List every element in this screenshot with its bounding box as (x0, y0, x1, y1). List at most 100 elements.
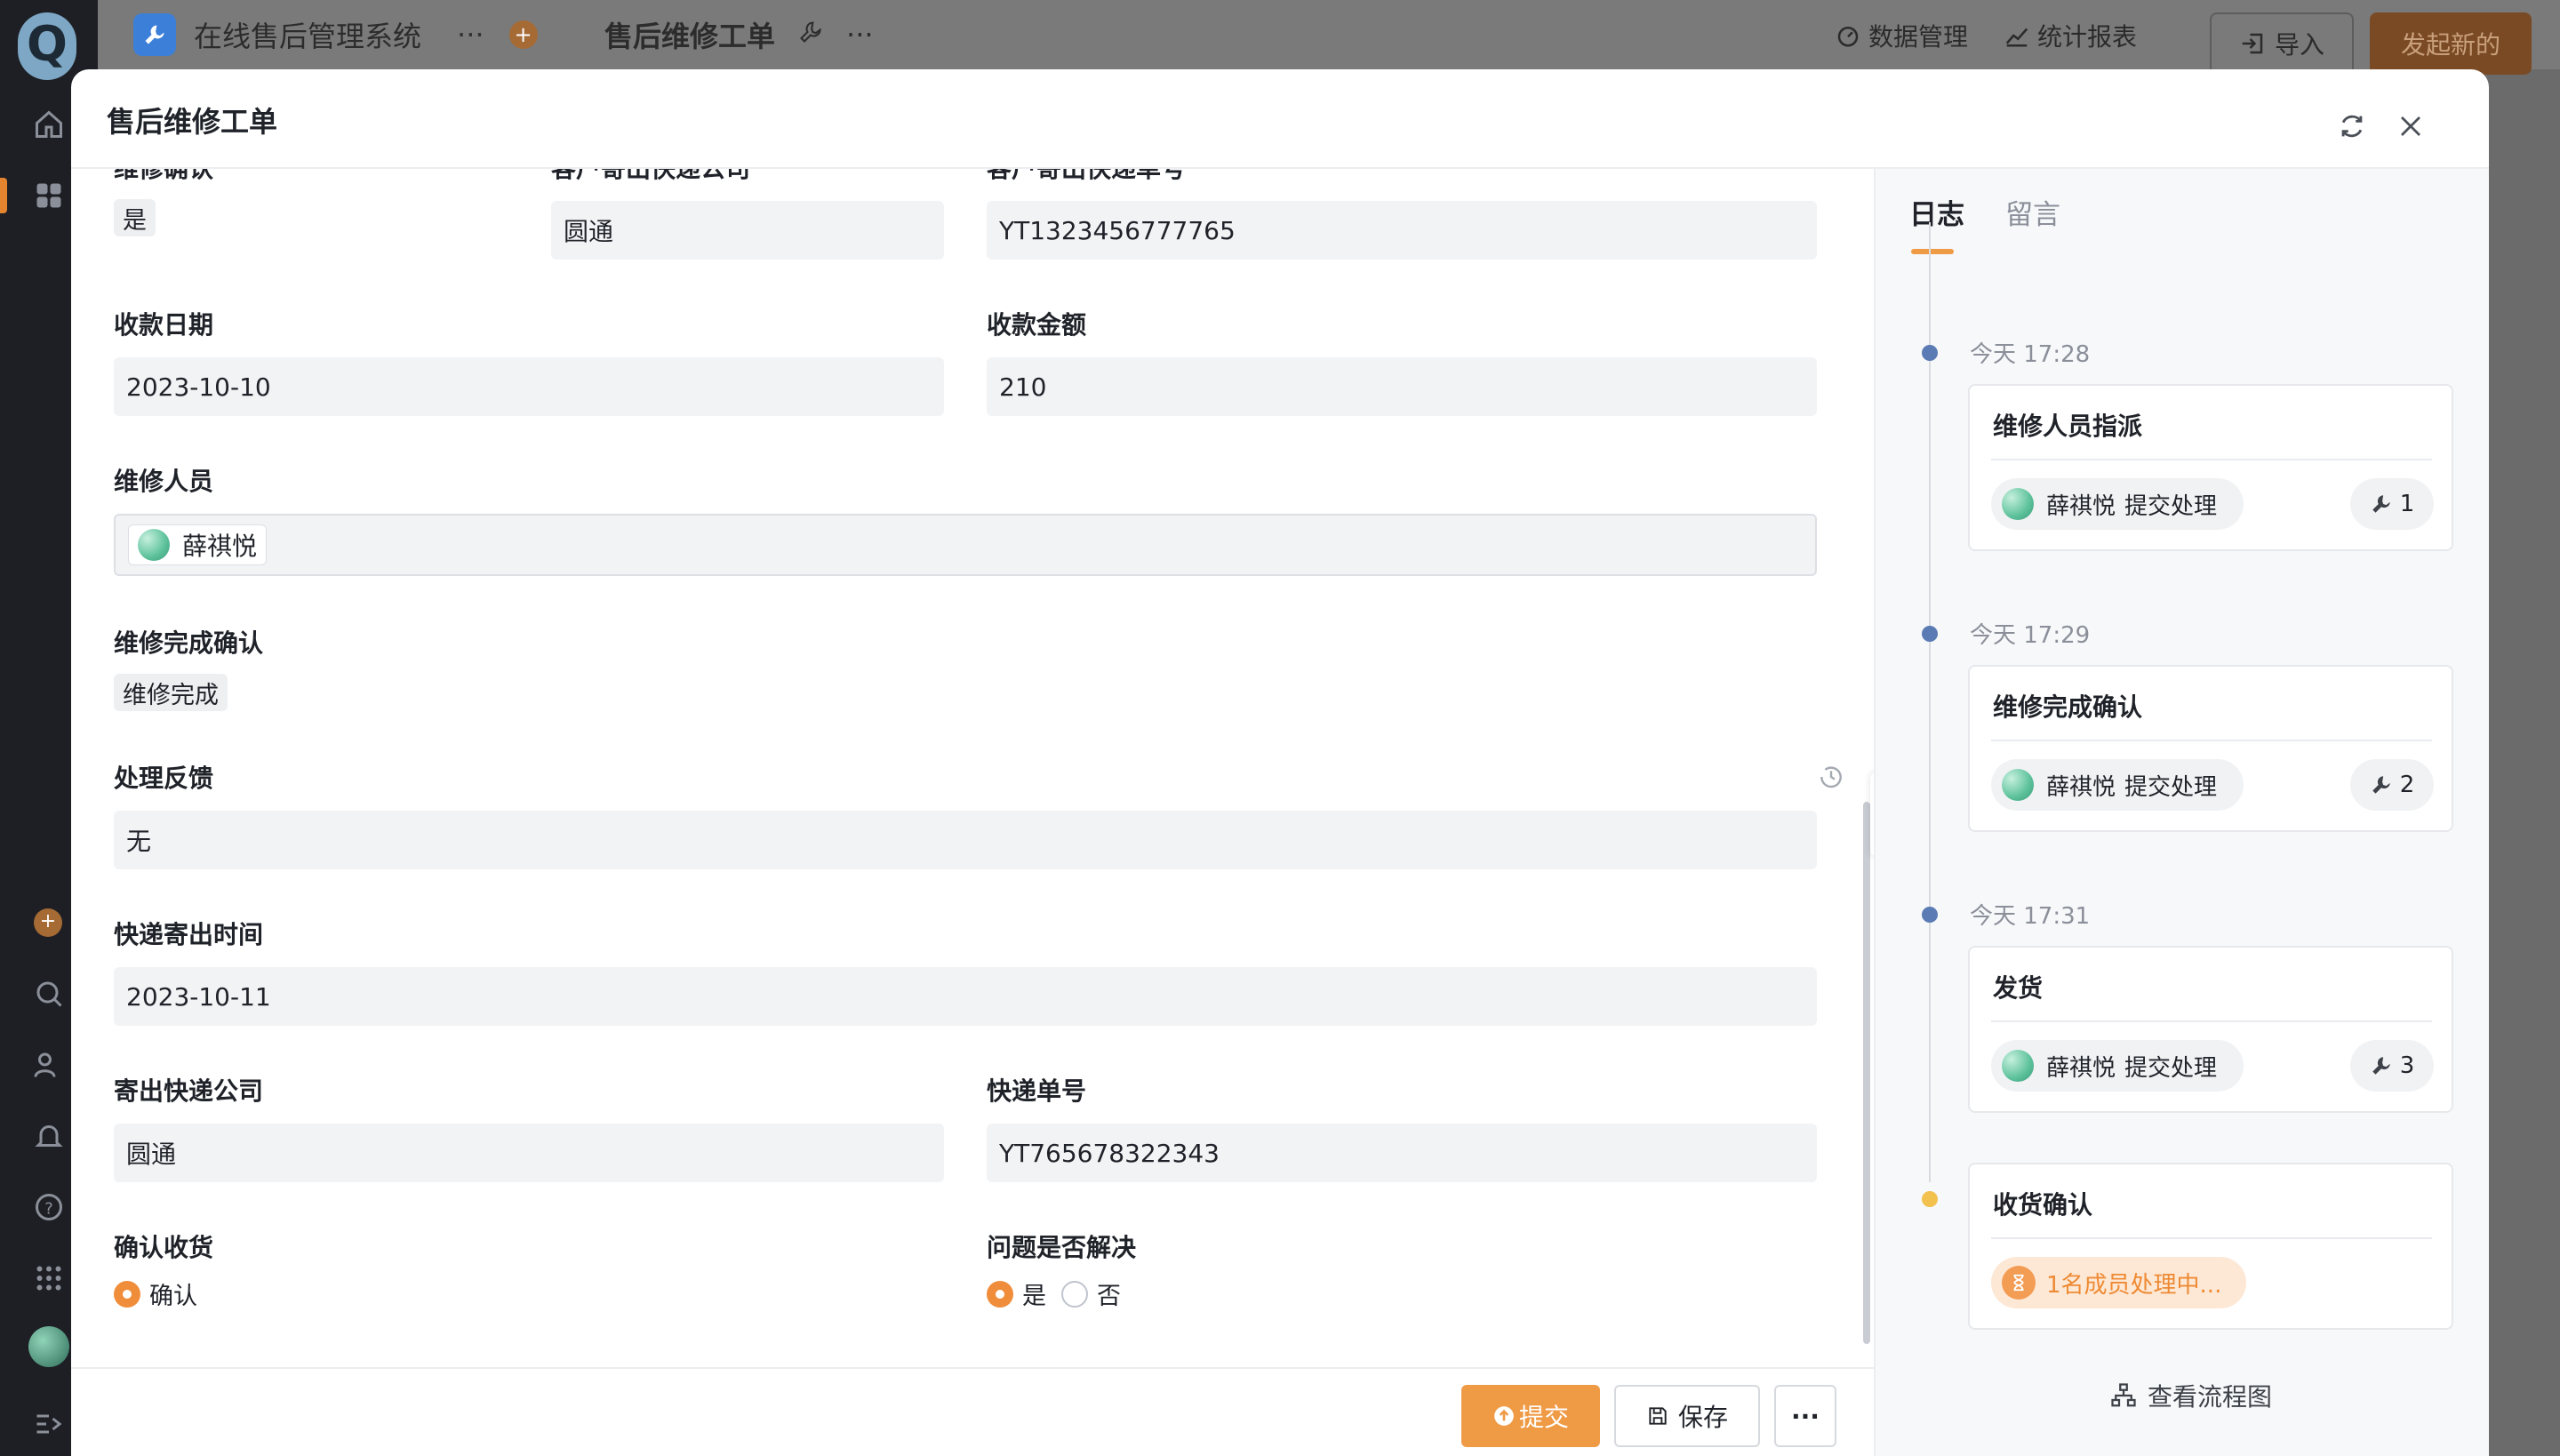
entry-user: 薛祺悦 (2046, 492, 2116, 520)
user-pill: 薛祺悦 提交处理 (1991, 1040, 2244, 1092)
apps-grid-icon[interactable] (31, 178, 67, 213)
import-label: 导入 (2274, 30, 2324, 60)
entry-title: 维修人员指派 (1993, 412, 2143, 441)
payment-date-label: 收款日期 (114, 310, 214, 340)
entry-time: 今天 17:29 (1970, 622, 2091, 649)
user-avatar[interactable] (28, 1326, 69, 1367)
home-icon[interactable] (31, 107, 67, 142)
receipt-confirm-radio[interactable]: 确认 (114, 1276, 197, 1311)
app-name: 在线售后管理系统 (194, 20, 422, 53)
svg-text:?: ? (44, 1200, 53, 1219)
ship-time-field[interactable]: 2023-10-11 (114, 967, 1817, 1026)
entry-action: 提交处理 (2124, 492, 2218, 520)
entry-title: 发货 (1993, 973, 2044, 1003)
avatar (2002, 1050, 2034, 1082)
expand-sidebar-icon[interactable] (31, 1406, 67, 1442)
launch-label: 发起新的 (2400, 30, 2500, 60)
customer-tracking-field[interactable]: YT1323456777765 (987, 201, 1817, 260)
ship-tracking-label: 快递单号 (987, 1076, 1087, 1106)
hourglass-icon (2002, 1266, 2036, 1300)
modal-title: 售后维修工单 (107, 105, 278, 139)
search-icon[interactable] (31, 976, 67, 1012)
timeline-dot (1922, 345, 1938, 361)
ship-courier-field[interactable]: 圆通 (114, 1124, 944, 1182)
app-topbar: 在线售后管理系统 ··· + 售后维修工单 ··· 数据管理 统计报表 (98, 0, 2560, 69)
form-scrollbar[interactable] (1863, 802, 1870, 1344)
tab-comment[interactable]: 留言 (2005, 192, 2060, 232)
payment-amount-label: 收款金额 (987, 310, 1087, 340)
problem-solved-yes-radio[interactable]: 是 (987, 1276, 1046, 1311)
timeline-dot (1922, 626, 1938, 642)
problem-solved-no-radio[interactable]: 否 (1061, 1276, 1121, 1311)
log-card[interactable]: 维修完成确认 薛祺悦 提交处理 2 (1968, 665, 2453, 832)
data-manage-label: 数据管理 (1868, 22, 1969, 52)
entry-action: 提交处理 (2124, 1054, 2218, 1082)
app-more-icon[interactable]: ··· (457, 18, 484, 52)
submit-button[interactable]: 提交 (1461, 1385, 1600, 1447)
page-name: 售后维修工单 (604, 20, 776, 53)
feedback-field[interactable]: 无 (114, 811, 1817, 869)
help-icon[interactable]: ? (31, 1189, 67, 1225)
entry-time: 今天 17:31 (1970, 903, 2091, 930)
app-logo: Q (18, 12, 76, 80)
import-button[interactable]: 导入 (2210, 12, 2354, 75)
app-switcher[interactable]: 在线售后管理系统 ··· + (133, 0, 538, 69)
entry-time: 今天 17:28 (1970, 341, 2091, 368)
launch-new-button[interactable]: 发起新的 (2370, 12, 2532, 75)
work-order-form: 维修确认 是 客户寄出快递公司 圆通 客户寄出快递单号 YT1323456777… (71, 169, 1874, 1367)
pending-card[interactable]: 收货确认 1名成员处理中... (1968, 1163, 2453, 1330)
count-pill: 3 (2350, 1040, 2434, 1092)
problem-solved-no: 否 (1097, 1283, 1121, 1310)
wrench-icon[interactable] (798, 18, 823, 52)
entry-action: 提交处理 (2124, 773, 2218, 801)
app-launcher-icon[interactable] (31, 1260, 67, 1296)
radio-checked-icon (987, 1280, 1013, 1308)
count-pill: 2 (2350, 759, 2434, 811)
history-icon[interactable] (1817, 763, 1845, 791)
modal-footer: 提交 保存 ··· (71, 1367, 1874, 1456)
timeline-dot (1922, 907, 1938, 923)
log-card[interactable]: 维修人员指派 薛祺悦 提交处理 1 (1968, 384, 2453, 551)
data-manage-link[interactable]: 数据管理 (1835, 16, 1968, 55)
dashboard-icon (1837, 27, 1859, 47)
repair-staff-label: 维修人员 (114, 467, 214, 496)
add-icon[interactable]: + (34, 908, 62, 937)
customer-courier-field[interactable]: 圆通 (551, 201, 944, 260)
add-app-icon[interactable]: + (508, 20, 538, 49)
more-button[interactable]: ··· (1774, 1385, 1836, 1447)
ship-courier-label: 寄出快递公司 (114, 1076, 264, 1106)
contacts-icon[interactable] (31, 1047, 67, 1083)
payment-amount-field[interactable]: 210 (987, 357, 1817, 416)
ship-tracking-field[interactable]: YT765678322343 (987, 1124, 1817, 1182)
close-icon[interactable] (2393, 108, 2428, 144)
report-link[interactable]: 统计报表 (2004, 16, 2137, 55)
bell-icon[interactable] (31, 1118, 67, 1154)
save-label: 保存 (1677, 1403, 1728, 1432)
pending-status: 1名成员处理中... (2046, 1271, 2222, 1299)
save-button[interactable]: 保存 (1614, 1385, 1760, 1447)
refresh-icon[interactable] (2334, 108, 2370, 144)
log-card[interactable]: 发货 薛祺悦 提交处理 3 (1968, 946, 2453, 1113)
tab-log[interactable]: 日志 (1909, 192, 1964, 232)
count-pill: 1 (2350, 478, 2434, 530)
wrench-icon (2372, 1057, 2390, 1075)
entry-user: 薛祺悦 (2046, 773, 2116, 801)
upload-circle-icon (1494, 1406, 1514, 1426)
payment-date-field[interactable]: 2023-10-10 (114, 357, 944, 416)
repair-confirm-label: 维修确认 (114, 169, 213, 185)
entry-user: 薛祺悦 (2046, 1054, 2116, 1082)
entry-count: 1 (2399, 491, 2415, 517)
receipt-confirm-label: 确认收货 (114, 1233, 214, 1262)
rail-active-marker (0, 178, 7, 213)
ship-time-label: 快递寄出时间 (114, 920, 264, 949)
avatar (2002, 488, 2034, 520)
member-chip[interactable]: 薛祺悦 (128, 524, 268, 565)
repair-staff-field[interactable]: 薛祺悦 (114, 514, 1817, 576)
pending-status-pill: 1名成员处理中... (1991, 1257, 2247, 1308)
page-more-icon[interactable]: ··· (846, 18, 874, 52)
card-divider (1991, 459, 2432, 460)
member-name: 薛祺悦 (182, 532, 258, 561)
entry-title: 维修完成确认 (1993, 692, 2143, 722)
view-flowchart-link[interactable]: 查看流程图 (2110, 1378, 2272, 1413)
completion-confirm-value: 维修完成 (114, 674, 228, 711)
